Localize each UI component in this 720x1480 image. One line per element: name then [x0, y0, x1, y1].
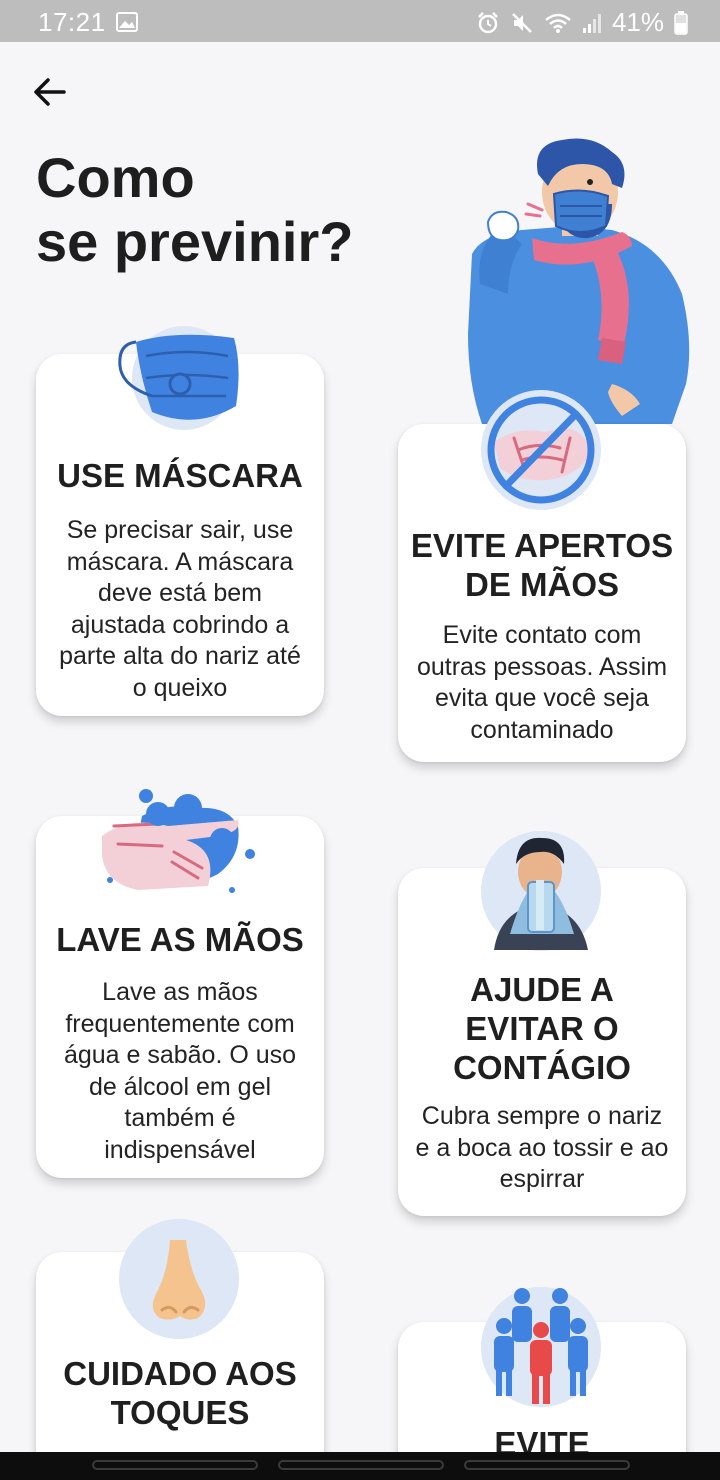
card-description: Evite contato com outras pessoas. Assim … [416, 621, 668, 744]
nav-home-button[interactable] [278, 1460, 444, 1470]
cover-sneeze-icon [480, 830, 602, 957]
card-title-line-2: TOQUES [110, 1394, 250, 1431]
card-title-line-1: CUIDADO AOS [63, 1355, 297, 1392]
card-title-line-1: EVITE APERTOS [410, 527, 674, 564]
nav-back-button[interactable] [92, 1460, 258, 1470]
status-bar: 17:21 41% [0, 0, 720, 42]
page-title-line-2: se previnir? [36, 210, 354, 273]
card-title-line-2: EVITAR O [465, 1010, 619, 1047]
battery-icon [674, 10, 688, 35]
card-title-line-3: CONTÁGIO [453, 1049, 631, 1086]
face-mask-icon [116, 326, 246, 439]
page-title: Como se previnir? [36, 146, 353, 274]
nose-icon [118, 1218, 240, 1345]
card-description: Lave as mãos frequentemente com água e s… [63, 978, 297, 1164]
nav-recents-button[interactable] [464, 1460, 630, 1470]
hand-washing-icon [98, 786, 264, 903]
page-title-line-1: Como [36, 146, 195, 209]
status-time: 17:21 [38, 7, 106, 37]
card-title-line-2: DE MÃOS [464, 566, 619, 603]
battery-percent: 41% [611, 7, 664, 37]
gallery-notification-icon [116, 12, 138, 37]
card-description: Cubra sempre o nariz e a boca ao tossir … [415, 1102, 669, 1193]
card-title: LAVE AS MÃOS [56, 921, 304, 958]
signal-icon [582, 12, 602, 34]
alarm-icon [476, 11, 500, 35]
card-title-line-1: AJUDE A [470, 971, 614, 1008]
wifi-icon [544, 12, 572, 34]
arrow-left-icon [34, 78, 66, 106]
back-button[interactable] [30, 74, 70, 110]
crowd-icon [480, 1286, 602, 1413]
card-description: Se precisar sair, use máscara. A máscara… [59, 516, 301, 702]
status-icons: 41% [476, 7, 688, 38]
mute-icon [510, 11, 534, 35]
card-title: USE MÁSCARA [57, 457, 303, 494]
system-navigation-bar [0, 1452, 720, 1480]
no-handshake-icon [478, 388, 604, 517]
